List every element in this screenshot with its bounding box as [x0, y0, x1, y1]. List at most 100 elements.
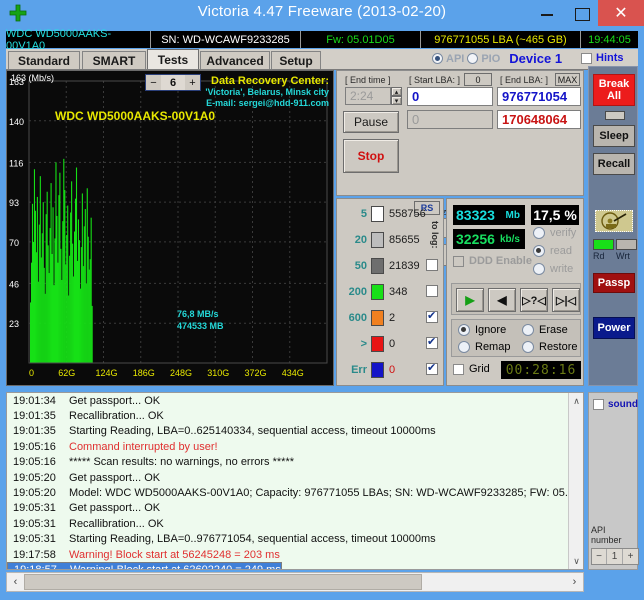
- ignore-radio-row[interactable]: Ignore: [458, 324, 506, 336]
- counter-threshold: 5: [360, 208, 367, 220]
- grid-toggle-row[interactable]: Grid: [453, 363, 490, 375]
- stop-button[interactable]: Stop: [343, 139, 399, 173]
- transfer-rate-value: 32256: [456, 231, 495, 247]
- ddd-enable-checkbox[interactable]: [453, 255, 464, 267]
- sound-toggle[interactable]: sound: [593, 399, 638, 410]
- read-radio[interactable]: [533, 245, 545, 257]
- start-lba-secondary-field[interactable]: 0: [407, 110, 493, 129]
- close-button[interactable]: ✕: [598, 0, 644, 26]
- log-panel[interactable]: 19:01:34 Get passport... OK 19:01:35 Recall…: [6, 392, 584, 570]
- log-row[interactable]: 19:01:35 Starting Reading, LBA=0..6251403…: [7, 424, 583, 439]
- api-number-stepper[interactable]: − 1 +: [591, 548, 639, 565]
- end-time-up-button[interactable]: ▴: [391, 87, 402, 96]
- maximize-button[interactable]: [564, 0, 598, 26]
- log-vertical-scrollbar[interactable]: ∧ ∨: [568, 393, 583, 569]
- log-row[interactable]: 19:01:34 Get passport... OK: [7, 393, 583, 408]
- restore-radio-row[interactable]: Restore: [522, 341, 578, 353]
- hdd-image-icon: [595, 210, 633, 232]
- tab-setup[interactable]: Setup: [271, 51, 321, 69]
- verify-radio[interactable]: [533, 227, 545, 239]
- log-row[interactable]: 19:05:20 Get passport... OK: [7, 470, 583, 485]
- erase-label: Erase: [539, 324, 568, 336]
- counter-log-checkbox[interactable]: [426, 309, 438, 323]
- end-lba-field[interactable]: 976771054: [497, 87, 581, 106]
- counter-row: Err 0: [341, 361, 395, 379]
- data-recovery-center-block: Data Recovery Center: 'Victoria', Belaru…: [205, 75, 329, 109]
- passport-button[interactable]: Passp: [593, 273, 635, 293]
- start-scan-button[interactable]: ▶: [456, 288, 484, 312]
- op-write-radio-row[interactable]: write: [533, 263, 573, 275]
- graph-scale-stepper[interactable]: − 6 +: [145, 74, 201, 91]
- tab-smart[interactable]: SMART: [82, 51, 146, 69]
- erase-radio-row[interactable]: Erase: [522, 324, 568, 336]
- tab-standard[interactable]: Standard: [8, 51, 80, 69]
- log-row-time: 19:05:31: [13, 533, 56, 546]
- log-row[interactable]: 19:05:31 Recallibration... OK: [7, 516, 583, 531]
- sound-checkbox[interactable]: [593, 399, 604, 410]
- reverse-scan-button[interactable]: ◀: [488, 288, 516, 312]
- tab-tests[interactable]: Tests: [147, 49, 199, 69]
- api-increase-button[interactable]: +: [623, 549, 638, 564]
- end-lba-secondary-field[interactable]: 170648064: [497, 110, 581, 129]
- scale-increase-button[interactable]: +: [185, 75, 200, 90]
- grid-checkbox[interactable]: [453, 363, 464, 375]
- start-lba-field[interactable]: 0: [407, 87, 493, 106]
- log-row[interactable]: 19:05:31 Get passport... OK: [7, 501, 583, 516]
- seek-scan-button[interactable]: ▷|◁: [552, 288, 580, 312]
- erase-radio[interactable]: [522, 324, 534, 336]
- scanned-size-unit: Mb: [505, 209, 520, 221]
- api-decrease-button[interactable]: −: [592, 549, 607, 564]
- hscroll-right-icon[interactable]: ›: [566, 576, 583, 588]
- hints-toggle[interactable]: Hints: [581, 52, 624, 64]
- butterfly-scan-button[interactable]: ▷?◁: [520, 288, 548, 312]
- log-row[interactable]: 19:17:58 Warning! Block start at 56245248…: [7, 547, 583, 562]
- log-row[interactable]: 19:18:57 Warning! Block start at 62602240…: [7, 562, 282, 569]
- sleep-button[interactable]: Sleep: [593, 125, 635, 147]
- transfer-rate-unit: kb/s: [499, 233, 520, 245]
- pause-button[interactable]: Pause: [343, 111, 399, 133]
- counter-log-checkbox[interactable]: [426, 259, 438, 271]
- end-time-field[interactable]: 2:24: [345, 87, 391, 105]
- ddd-enable-row[interactable]: DDD Enable: [453, 255, 532, 267]
- end-time-down-button[interactable]: ▾: [391, 96, 402, 105]
- counter-log-checkbox[interactable]: [426, 335, 438, 349]
- log-row[interactable]: 19:05:20 Model: WDC WD5000AAKS-00V1A0; Ca…: [7, 485, 583, 500]
- op-read-radio-row[interactable]: read: [533, 245, 572, 257]
- remap-radio[interactable]: [458, 341, 470, 353]
- write-radio[interactable]: [533, 263, 545, 275]
- break-indicator-box[interactable]: [605, 111, 625, 120]
- activity-leds: [593, 239, 637, 250]
- break-all-button[interactable]: Break All: [593, 74, 635, 106]
- hints-checkbox[interactable]: [581, 52, 592, 64]
- pio-radio[interactable]: [467, 53, 479, 64]
- sound-api-panel: sound API number − 1 +: [588, 392, 639, 570]
- write-label: write: [550, 263, 574, 275]
- log-row-message: Model: WDC WD5000AAKS-00V1A0; Capacity: …: [69, 487, 574, 500]
- log-scroll-up-icon[interactable]: ∧: [569, 393, 583, 409]
- hscroll-thumb[interactable]: [24, 574, 422, 590]
- power-button[interactable]: Power: [593, 317, 635, 339]
- op-verify-radio-row[interactable]: verify: [533, 227, 576, 239]
- remap-radio-row[interactable]: Remap: [458, 341, 510, 353]
- counter-log-checkbox[interactable]: [426, 361, 438, 375]
- recall-button[interactable]: Recall: [593, 153, 635, 175]
- scale-decrease-button[interactable]: −: [146, 75, 161, 90]
- start-lba-reset-button[interactable]: 0: [464, 73, 492, 86]
- surface-speed-graph[interactable]: 163 140 116 93 70 46 23 0 62G 124G 186G 248G 310G 372…: [6, 70, 334, 386]
- minimize-button[interactable]: [530, 0, 564, 26]
- restore-radio[interactable]: [522, 341, 534, 353]
- api-radio[interactable]: [432, 53, 443, 64]
- ignore-radio[interactable]: [458, 324, 470, 336]
- log-row-time: 19:05:31: [13, 502, 56, 515]
- drc-email: E-mail: sergei@hdd-911.com: [206, 98, 329, 108]
- counter-log-checkbox[interactable]: [426, 285, 438, 297]
- log-row[interactable]: 19:05:16 ***** Scan results: no warnings,…: [7, 455, 583, 470]
- log-row[interactable]: 19:05:16 Command interrupted by user!: [7, 439, 583, 454]
- end-lba-max-button[interactable]: MAX: [555, 73, 580, 86]
- log-row[interactable]: 19:05:31 Starting Reading, LBA=0..9767710…: [7, 532, 583, 547]
- log-scroll-down-icon[interactable]: ∨: [569, 553, 583, 569]
- log-horizontal-scrollbar[interactable]: ‹ ›: [6, 572, 584, 592]
- hscroll-left-icon[interactable]: ‹: [7, 576, 24, 588]
- log-row[interactable]: 19:01:35 Recallibration... OK: [7, 408, 583, 423]
- tab-advanced[interactable]: Advanced: [200, 51, 270, 69]
